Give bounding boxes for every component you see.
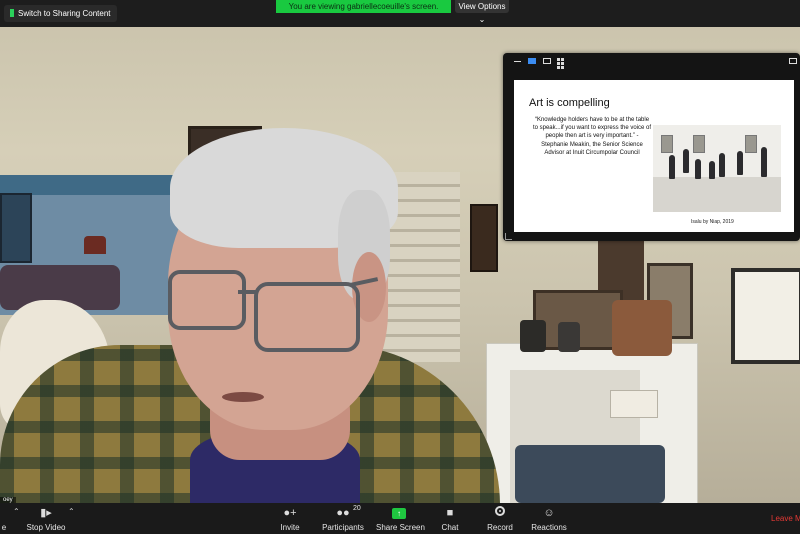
side-by-side-icon[interactable]	[543, 58, 551, 64]
record-button[interactable]: Record	[486, 506, 514, 532]
chat-bubble-icon: ■	[446, 507, 454, 519]
viewing-banner: You are viewing gabriellecoeuille's scre…	[276, 0, 451, 13]
slide-quote: “Knowledge holders have to be at the tab…	[532, 117, 652, 156]
mute-button[interactable]: e	[0, 506, 8, 532]
background-box	[610, 390, 658, 418]
gallery-visitor	[683, 149, 689, 173]
mute-label: e	[1, 523, 7, 532]
background-wall-trim	[0, 175, 180, 195]
gallery-visitor	[709, 161, 715, 179]
gallery-visitor	[737, 151, 743, 175]
add-user-icon: ●+	[283, 507, 297, 519]
add-reaction-icon: ☺	[543, 507, 555, 519]
leave-meeting-button[interactable]: Leave M	[771, 514, 800, 523]
shared-screen-panel[interactable]: Art is compelling “Knowledge holders hav…	[503, 53, 800, 241]
gallery-artwork	[693, 135, 705, 153]
meeting-toolbar: e ⌃ ▮▸ Stop Video ⌃ ●+ Invite ●● Partici…	[0, 503, 800, 534]
background-painting	[0, 193, 32, 263]
single-view-icon[interactable]	[528, 58, 536, 64]
shared-screen-toolbar	[503, 53, 800, 71]
share-screen-label: Share Screen	[376, 523, 425, 532]
chat-label: Chat	[441, 523, 459, 532]
chat-button[interactable]: ■ Chat	[438, 506, 462, 532]
share-screen-button[interactable]: ↑ Share Screen	[376, 506, 425, 532]
background-framed-print	[731, 268, 800, 364]
video-camera-icon: ▮▸	[40, 507, 52, 519]
minimize-icon[interactable]	[514, 61, 521, 62]
audio-options-chevron-icon[interactable]: ⌃	[13, 507, 20, 516]
background-jar	[520, 320, 546, 352]
background-lamp	[84, 236, 106, 254]
switch-to-sharing-button[interactable]: Switch to Sharing Content	[4, 5, 117, 22]
invite-label: Invite	[280, 523, 300, 532]
slide-caption: Isalu by Niap, 2019	[691, 219, 734, 225]
record-icon	[495, 506, 505, 516]
background-clutter	[515, 445, 665, 503]
gallery-visitor	[695, 159, 701, 179]
background-items	[612, 300, 672, 356]
stop-video-button[interactable]: ▮▸ Stop Video	[26, 506, 66, 532]
glasses-bridge	[238, 290, 256, 294]
record-label: Record	[487, 523, 513, 532]
share-indicator-icon	[10, 9, 14, 17]
slide-title: Art is compelling	[529, 97, 610, 109]
video-options-chevron-icon[interactable]: ⌃	[68, 507, 75, 516]
view-options-button[interactable]: View Options ⌄	[455, 0, 509, 24]
gallery-view-icon[interactable]	[557, 58, 566, 69]
top-bar: Switch to Sharing Content You are viewin…	[0, 0, 800, 27]
invite-button[interactable]: ●+ Invite	[276, 506, 304, 532]
slide-gallery-photo	[653, 125, 781, 212]
chevron-down-icon: ⌄	[478, 15, 486, 24]
gallery-visitor	[761, 147, 767, 177]
glasses-lens-right	[254, 282, 360, 352]
gallery-visitor	[669, 155, 675, 179]
gallery-artwork	[745, 135, 757, 153]
background-jar	[558, 322, 580, 352]
participants-label: Participants	[322, 523, 364, 532]
person-mouth	[222, 392, 264, 402]
reactions-button[interactable]: ☺ Reactions	[531, 506, 567, 532]
background-art-panel	[470, 204, 498, 272]
share-screen-icon: ↑	[392, 508, 406, 519]
exit-fullscreen-icon[interactable]	[789, 58, 797, 64]
resize-handle-icon[interactable]	[505, 233, 512, 240]
glasses-lens-left	[168, 270, 246, 330]
stop-video-label: Stop Video	[26, 523, 66, 532]
reactions-label: Reactions	[531, 523, 567, 532]
presentation-slide: Art is compelling “Knowledge holders hav…	[514, 80, 794, 232]
microphone-icon	[0, 506, 8, 520]
gallery-artwork	[661, 135, 673, 153]
gallery-visitor	[719, 153, 725, 177]
view-options-label: View Options	[458, 2, 506, 11]
gallery-floor	[653, 177, 781, 212]
participants-count: 20	[353, 505, 361, 512]
switch-to-sharing-label: Switch to Sharing Content	[18, 9, 111, 18]
